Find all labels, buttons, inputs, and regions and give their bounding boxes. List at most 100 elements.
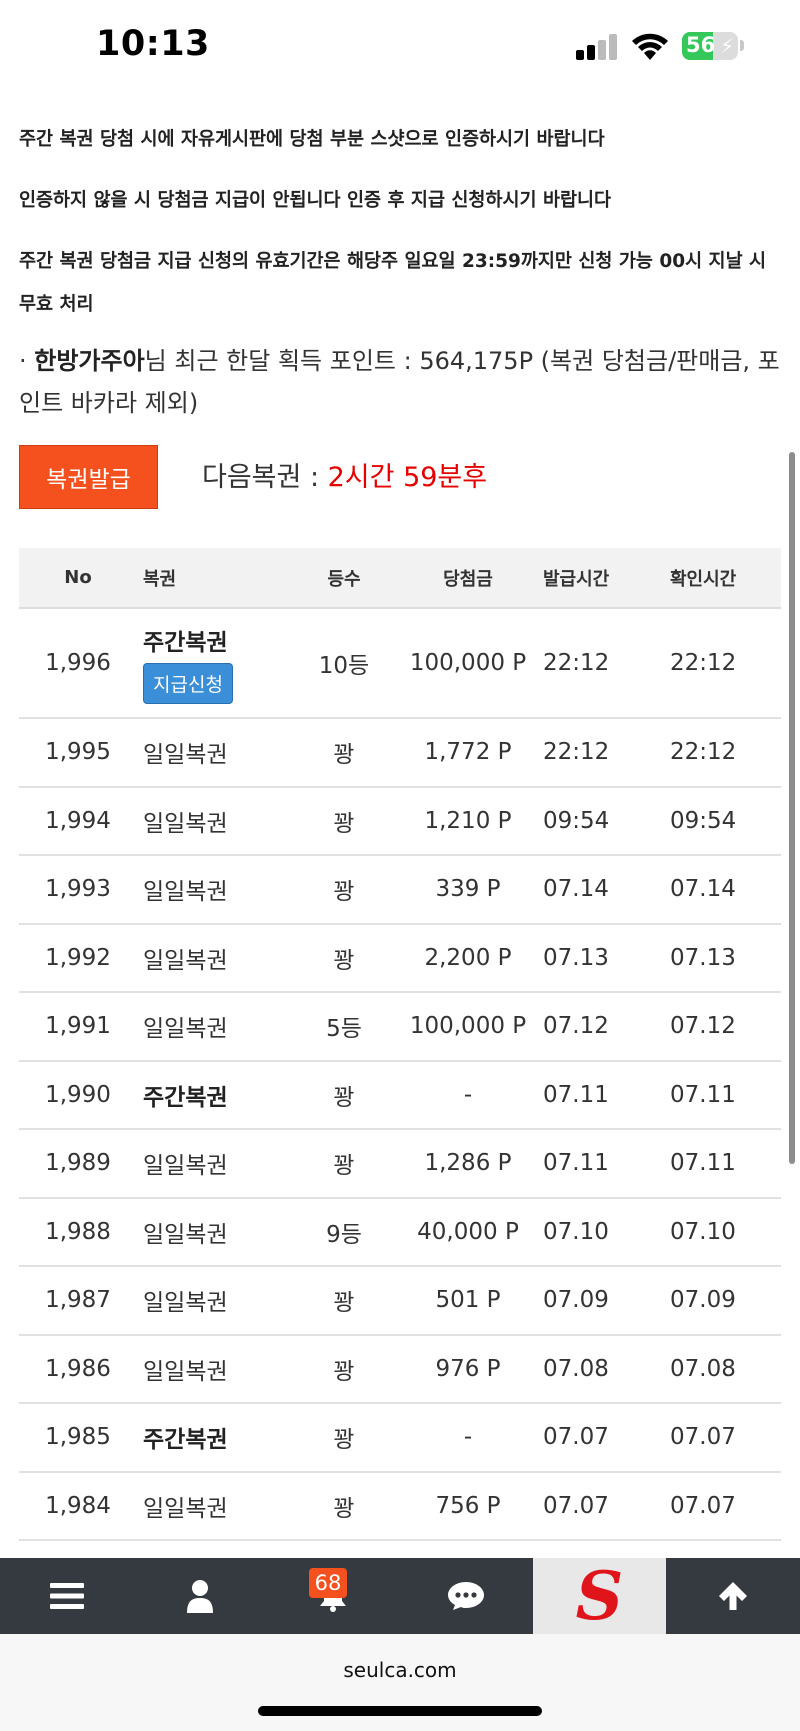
cell-prize: 339 P <box>399 855 537 925</box>
table-header-row: No 복권 등수 당첨금 발급시간 확인시간 <box>19 548 781 609</box>
header-rank: 등수 <box>289 548 399 609</box>
table-row: 1,991 일일복권 5등 100,000 P 07.12 07.12 <box>19 992 781 1062</box>
table-row: 1,996 주간복권 지급신청 10등 100,000 P 22:12 22:12 <box>19 608 781 719</box>
cell-issued-time: 07.11 <box>537 1060 664 1130</box>
cell-no: 1,988 <box>19 1197 137 1267</box>
cell-rank: 꽝 <box>289 718 399 788</box>
menu-icon <box>49 1583 84 1609</box>
cell-no: 1,985 <box>19 1403 137 1473</box>
user-nickname[interactable]: 한방가주아 <box>34 347 144 375</box>
nav-scroll-top[interactable] <box>666 1558 799 1634</box>
cell-lotto: 일일복권 <box>137 1266 289 1336</box>
lotto-name: 주간복권 <box>143 1427 228 1454</box>
cell-no: 1,993 <box>19 855 137 925</box>
cell-rank: 꽝 <box>289 1334 399 1404</box>
cell-lotto: 주간복권지급신청 <box>137 608 289 719</box>
cell-prize: - <box>399 1403 537 1473</box>
claim-payout-button[interactable]: 지급신청 <box>143 662 233 704</box>
cell-prize: 100,000 P <box>399 608 537 719</box>
cell-prize: 976 P <box>399 1334 537 1404</box>
page-scrollbar[interactable] <box>789 452 795 1164</box>
cell-prize: 501 P <box>399 1266 537 1336</box>
cell-no: 1,987 <box>19 1266 137 1336</box>
next-lotto: 다음복권 : 2시간 59분후 <box>202 455 487 494</box>
next-lotto-countdown: 2시간 59분후 <box>327 462 488 493</box>
bullet: · <box>19 347 35 375</box>
cell-no: 1,994 <box>19 786 137 856</box>
header-prize: 당첨금 <box>399 548 537 609</box>
cell-lotto: 일일복권 <box>137 923 289 993</box>
lotto-name: 일일복권 <box>143 1221 228 1248</box>
cell-issued-time: 07.12 <box>537 992 664 1062</box>
table-row: 1,995 일일복권 꽝 1,772 P 22:12 22:12 <box>19 718 781 788</box>
cell-issued-time: 22:12 <box>537 718 664 788</box>
cell-prize: 40,000 P <box>399 1197 537 1267</box>
next-lotto-label: 다음복권 : <box>202 462 328 493</box>
cell-issued-time: 07.09 <box>537 1266 664 1336</box>
lotto-name: 주간복권 <box>143 629 228 656</box>
cell-checked-time: 22:12 <box>664 718 781 788</box>
table-row: 1,990 주간복권 꽝 -07.11 07.11 <box>19 1060 781 1130</box>
status-time: 10:13 <box>96 24 210 64</box>
cell-prize: 100,000 P <box>399 992 537 1062</box>
cell-prize: 2,200 P <box>399 923 537 993</box>
table-row: 1,994 일일복권 꽝 1,210 P 09:54 09:54 <box>19 786 781 856</box>
cell-lotto: 일일복권 <box>137 1129 289 1199</box>
header-lotto: 복권 <box>137 548 289 609</box>
status-bar: 10:13 56 ⚡ <box>0 0 800 96</box>
notice-text: 주간 복권 당첨금 지급 신청의 유효기간은 해당주 일요일 23:59까지만 … <box>19 251 767 315</box>
table-row: 1,988 일일복권 9등 40,000 P 07.10 07.10 <box>19 1197 781 1267</box>
cell-issued-time: 07.11 <box>537 1129 664 1199</box>
cell-rank: 꽝 <box>289 1060 399 1130</box>
lotto-name: 주간복권 <box>143 1084 228 1111</box>
nav-menu[interactable] <box>0 1558 133 1634</box>
issue-lotto-button[interactable]: 복권발급 <box>19 445 158 509</box>
table-row: 1,985 주간복권 꽝 -07.07 07.07 <box>19 1403 781 1473</box>
url-text[interactable]: seulca.com <box>0 1658 800 1682</box>
charging-bolt-icon: ⚡ <box>719 34 734 58</box>
cell-issued-time: 07.13 <box>537 923 664 993</box>
cell-checked-time: 09:54 <box>664 786 781 856</box>
table-row: 1,986 일일복권 꽝 976 P 07.08 07.08 <box>19 1334 781 1404</box>
browser-url-bar[interactable]: seulca.com <box>0 1634 800 1731</box>
cell-checked-time: 07.10 <box>664 1197 781 1267</box>
header-no: No <box>19 548 137 609</box>
table-row: 1,993 일일복권 꽝 339 P 07.14 07.14 <box>19 855 781 925</box>
cell-rank: 꽝 <box>289 1471 399 1541</box>
lotto-name: 일일복권 <box>143 1358 228 1385</box>
battery-tip <box>740 40 744 51</box>
cell-rank: 꽝 <box>289 855 399 925</box>
table-row: 1,989 일일복권 꽝 1,286 P 07.11 07.11 <box>19 1129 781 1199</box>
lotto-name: 일일복권 <box>143 742 228 769</box>
table-row: 1,992 일일복권 꽝 2,200 P 07.13 07.13 <box>19 923 781 993</box>
battery-level: 56 <box>686 33 716 57</box>
notification-count-badge: 68 <box>309 1568 347 1598</box>
cell-checked-time: 07.14 <box>664 855 781 925</box>
cell-checked-time: 22:12 <box>664 608 781 719</box>
cell-no: 1,984 <box>19 1471 137 1541</box>
battery-icon: 56 ⚡ <box>682 32 738 60</box>
lotto-name: 일일복권 <box>143 879 228 906</box>
cell-prize: 1,772 P <box>399 718 537 788</box>
lotto-name: 일일복권 <box>143 1016 228 1043</box>
cell-no: 1,992 <box>19 923 137 993</box>
cell-rank: 5등 <box>289 992 399 1062</box>
nav-site-logo[interactable]: S <box>533 1558 666 1634</box>
cell-no: 1,986 <box>19 1334 137 1404</box>
nav-chat[interactable] <box>399 1558 532 1634</box>
wifi-icon <box>632 33 668 60</box>
cell-no: 1,989 <box>19 1129 137 1199</box>
cell-prize: 1,286 P <box>399 1129 537 1199</box>
cell-issued-time: 07.07 <box>537 1403 664 1473</box>
cell-issued-time: 09:54 <box>537 786 664 856</box>
cellular-signal-icon <box>576 34 618 60</box>
cell-lotto: 주간복권 <box>137 1403 289 1473</box>
cell-lotto: 주간복권 <box>137 1060 289 1130</box>
cell-checked-time: 07.12 <box>664 992 781 1062</box>
cell-rank: 꽝 <box>289 786 399 856</box>
table-body: 1,996 주간복권 지급신청 10등 100,000 P 22:12 22:12 1,995… <box>19 608 781 1541</box>
nav-profile[interactable] <box>133 1558 266 1634</box>
lotto-name: 일일복권 <box>143 947 228 974</box>
cell-prize: 756 P <box>399 1471 537 1541</box>
home-indicator[interactable] <box>258 1706 542 1716</box>
